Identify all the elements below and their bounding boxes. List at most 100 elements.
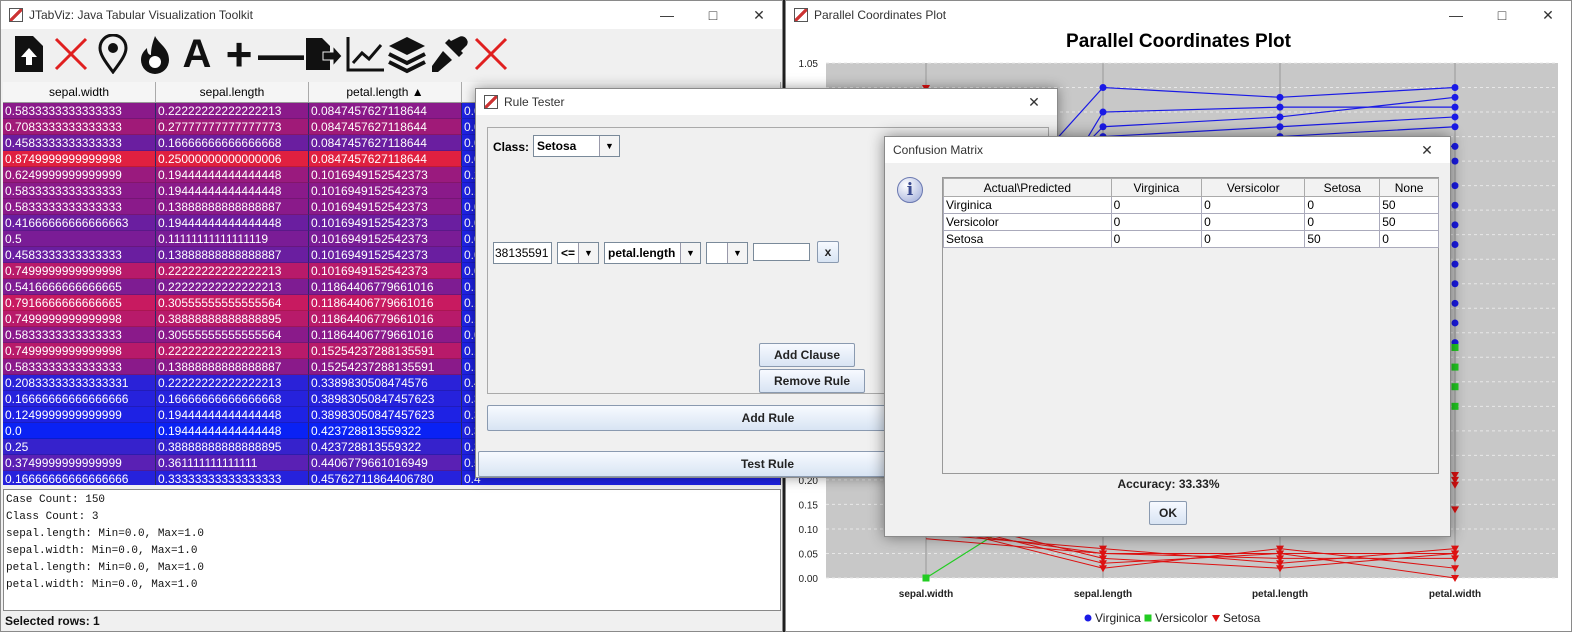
matrix-cell[interactable]: Versicolor (943, 213, 1112, 231)
table-cell[interactable]: 0.1016949152542373 (309, 167, 462, 183)
close-button[interactable]: ✕ (736, 1, 782, 29)
table-cell[interactable]: 0.45762711864406780 (309, 471, 462, 485)
table-cell[interactable]: 0.7083333333333333 (3, 119, 156, 135)
table-cell[interactable]: 0.30555555555555564 (156, 295, 309, 311)
table-cell[interactable]: 0.5833333333333333 (3, 199, 156, 215)
table-cell[interactable]: 0.5416666666666665 (3, 279, 156, 295)
close-button[interactable]: ✕ (1404, 137, 1450, 163)
table-cell[interactable]: 0.3749999999999999 (3, 455, 156, 471)
location-pin-icon[interactable] (93, 32, 133, 76)
minus-icon[interactable]: — (258, 28, 304, 80)
table-cell[interactable]: 0.19444444444444448 (156, 423, 309, 439)
remove-rule-button[interactable]: Remove Rule (759, 369, 865, 393)
table-cell[interactable]: 0.19444444444444448 (156, 183, 309, 199)
matrix-cell[interactable]: 0 (1201, 230, 1306, 248)
ok-button[interactable]: OK (1149, 501, 1187, 525)
eyedropper-icon[interactable] (429, 32, 469, 76)
table-cell[interactable]: 0.5 (3, 231, 156, 247)
table-cell[interactable]: 0.0 (3, 423, 156, 439)
table-cell[interactable]: 0.3389830508474576 (309, 375, 462, 391)
table-cell[interactable]: 0.38888888888888895 (156, 439, 309, 455)
column-header-sepal-length[interactable]: sepal.length (156, 82, 309, 102)
table-cell[interactable]: 0.5833333333333333 (3, 103, 156, 119)
font-icon[interactable]: A (177, 32, 217, 76)
table-cell[interactable]: 0.4406779661016949 (309, 455, 462, 471)
matrix-cell[interactable]: 0 (1201, 213, 1306, 231)
table-cell[interactable]: 0.8749999999999998 (3, 151, 156, 167)
table-cell[interactable]: 0.19444444444444448 (156, 407, 309, 423)
table-cell[interactable]: 0.7499999999999998 (3, 343, 156, 359)
table-cell[interactable]: 0.7499999999999998 (3, 263, 156, 279)
clause-value-field[interactable]: 38135591 (493, 242, 552, 264)
matrix-cell[interactable]: 0 (1379, 230, 1439, 248)
table-cell[interactable]: 0.19444444444444448 (156, 167, 309, 183)
table-cell[interactable]: 0.4583333333333333 (3, 135, 156, 151)
table-cell[interactable]: 0.0847457627118644 (309, 103, 462, 119)
table-cell[interactable]: 0.22222222222222213 (156, 263, 309, 279)
table-cell[interactable]: 0.41666666666666663 (3, 215, 156, 231)
table-cell[interactable]: 0.11111111111111119 (156, 231, 309, 247)
table-cell[interactable]: 0.11864406779661016 (309, 311, 462, 327)
column-header-petal-length[interactable]: petal.length ▲ (309, 82, 462, 102)
file-upload-icon[interactable] (9, 32, 49, 76)
matrix-cell[interactable]: 0 (1110, 196, 1203, 214)
table-cell[interactable]: 0.1016949152542373 (309, 247, 462, 263)
matrix-cell[interactable]: 50 (1379, 196, 1439, 214)
table-cell[interactable]: 0.33333333333333333 (156, 471, 309, 485)
table-cell[interactable]: 0.11864406779661016 (309, 295, 462, 311)
matrix-cell[interactable]: Virginica (943, 196, 1112, 214)
table-cell[interactable]: 0.1016949152542373 (309, 231, 462, 247)
table-cell[interactable]: 0.16666666666666666 (3, 391, 156, 407)
table-cell[interactable]: 0.1249999999999999 (3, 407, 156, 423)
table-cell[interactable]: 0.22222222222222213 (156, 343, 309, 359)
table-cell[interactable]: 0.5833333333333333 (3, 359, 156, 375)
table-cell[interactable]: 0.13888888888888887 (156, 359, 309, 375)
class-combo[interactable]: Setosa ▼ (533, 135, 620, 157)
table-cell[interactable]: 0.5833333333333333 (3, 183, 156, 199)
table-cell[interactable]: 0.6249999999999999 (3, 167, 156, 183)
table-cell[interactable]: 0.15254237288135591 (309, 343, 462, 359)
table-cell[interactable]: 0.7916666666666665 (3, 295, 156, 311)
layers-icon[interactable] (387, 32, 427, 76)
table-cell[interactable]: 0.16666666666666668 (156, 135, 309, 151)
table-cell[interactable]: 0.7499999999999998 (3, 311, 156, 327)
table-cell[interactable]: 0.13888888888888887 (156, 199, 309, 215)
chart-line-icon[interactable] (345, 32, 385, 76)
matrix-cell[interactable]: 0 (1304, 213, 1381, 231)
export-icon[interactable] (303, 32, 343, 76)
plus-icon[interactable]: + (219, 28, 259, 80)
table-cell[interactable]: 0.1016949152542373 (309, 183, 462, 199)
table-cell[interactable]: 0.13888888888888887 (156, 247, 309, 263)
table-cell[interactable]: 0.27777777777777773 (156, 119, 309, 135)
table-cell[interactable]: 0.423728813559322 (309, 439, 462, 455)
table-cell[interactable]: 0.22222222222222213 (156, 279, 309, 295)
table-cell[interactable]: 0.25000000000000006 (156, 151, 309, 167)
second-combo[interactable]: ▼ (706, 242, 748, 264)
table-cell[interactable]: 0.1016949152542373 (309, 263, 462, 279)
table-cell[interactable]: 0.15254237288135591 (309, 359, 462, 375)
table-cell[interactable]: 0.4583333333333333 (3, 247, 156, 263)
add-clause-button[interactable]: Add Clause (759, 343, 855, 367)
attribute-combo[interactable]: petal.length ▼ (604, 242, 701, 264)
table-cell[interactable]: 0.5833333333333333 (3, 327, 156, 343)
table-cell[interactable]: 0.16666666666666668 (156, 391, 309, 407)
table-cell[interactable]: 0.25 (3, 439, 156, 455)
minimize-button[interactable]: — (644, 1, 690, 29)
operator-combo[interactable]: <= ▼ (557, 242, 599, 264)
column-header-sepal-width[interactable]: sepal.width (3, 82, 156, 102)
table-cell[interactable]: 0.19444444444444448 (156, 215, 309, 231)
table-cell[interactable]: 0.0847457627118644 (309, 119, 462, 135)
table-cell[interactable]: 0.16666666666666666 (3, 471, 156, 485)
matrix-cell[interactable]: 0 (1201, 196, 1306, 214)
table-cell[interactable]: 0.11864406779661016 (309, 327, 462, 343)
table-cell[interactable]: 0.1016949152542373 (309, 199, 462, 215)
table-cell[interactable]: 0.22222222222222213 (156, 103, 309, 119)
table-cell[interactable]: 0.11864406779661016 (309, 279, 462, 295)
table-cell[interactable]: 0.1016949152542373 (309, 215, 462, 231)
delete-icon-2[interactable] (471, 32, 511, 76)
matrix-cell[interactable]: 0 (1110, 213, 1203, 231)
matrix-cell[interactable]: 0 (1110, 230, 1203, 248)
table-cell[interactable]: 0.423728813559322 (309, 423, 462, 439)
table-cell[interactable]: 0.38888888888888895 (156, 311, 309, 327)
matrix-cell[interactable]: 0 (1304, 196, 1381, 214)
